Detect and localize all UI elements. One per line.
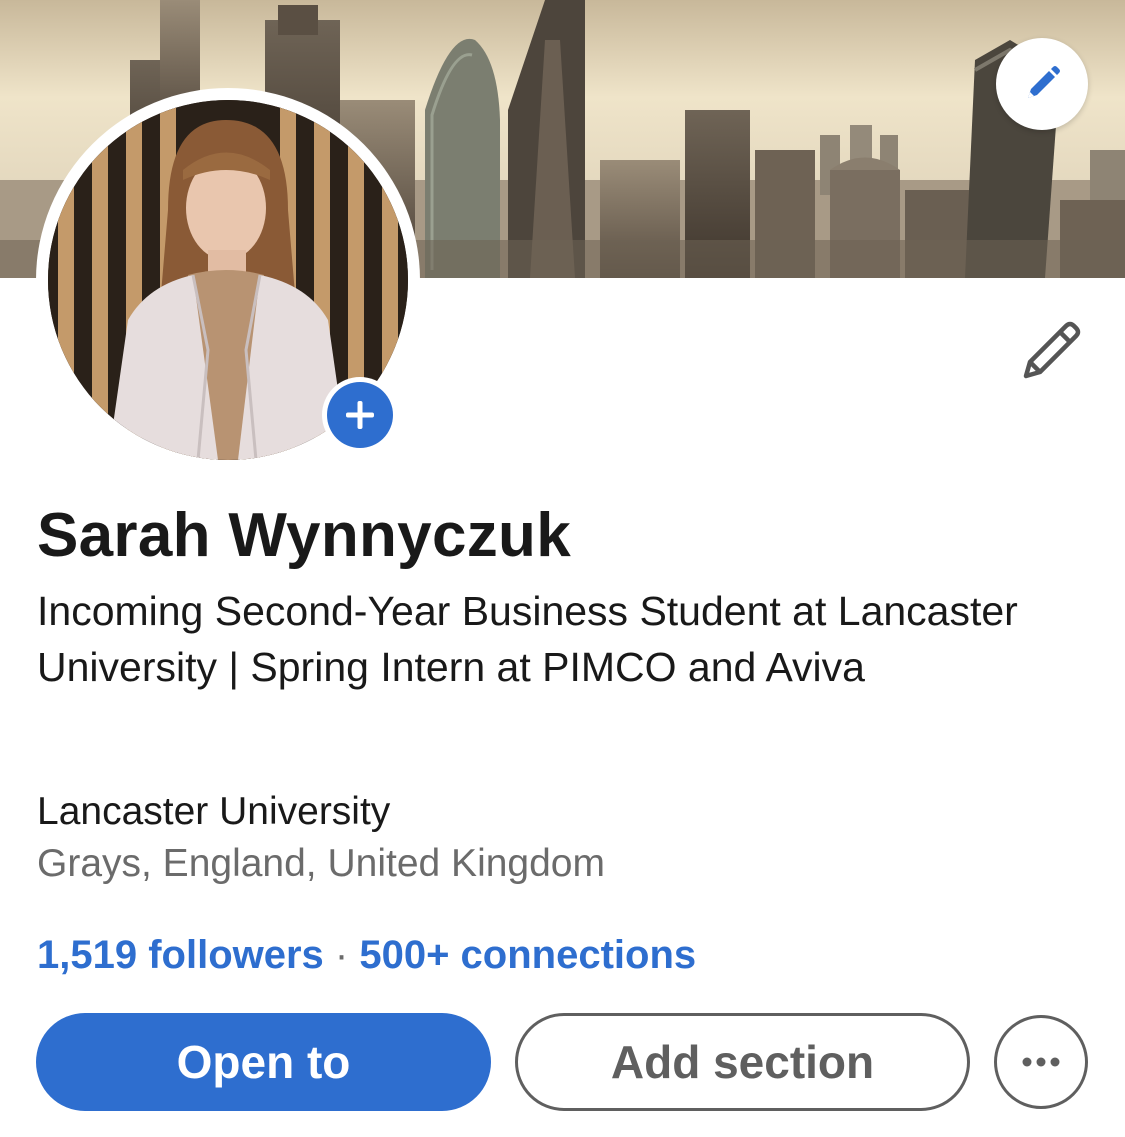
ellipsis-icon (1022, 1057, 1060, 1067)
profile-school[interactable]: Lancaster University (37, 790, 390, 834)
add-photo-button[interactable] (322, 377, 398, 453)
pencil-outline-icon (1023, 321, 1081, 379)
more-button[interactable] (994, 1015, 1088, 1109)
plus-icon (327, 382, 393, 448)
network-stats: 1,519 followers · 500+ connections (37, 933, 696, 978)
profile-name: Sarah Wynnyczuk (37, 501, 571, 570)
profile-location: Grays, England, United Kingdom (37, 842, 605, 885)
profile-headline: Incoming Second-Year Business Student at… (37, 588, 1018, 690)
open-to-button[interactable]: Open to (36, 1013, 491, 1111)
stats-separator: · (323, 933, 360, 977)
connections-link[interactable]: 500+ connections (359, 933, 696, 977)
pencil-icon (1028, 66, 1060, 98)
edit-intro-button[interactable] (1018, 316, 1086, 384)
add-section-button[interactable]: Add section (515, 1013, 970, 1111)
edit-cover-button[interactable] (996, 38, 1088, 130)
followers-link[interactable]: 1,519 followers (37, 933, 324, 977)
